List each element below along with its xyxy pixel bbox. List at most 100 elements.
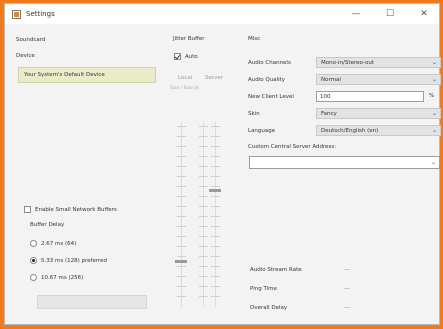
jitter-local-label: Local <box>178 75 193 81</box>
slider-tick <box>177 256 186 257</box>
local-jitter-thumb[interactable] <box>175 260 187 263</box>
server-jitter-thumb[interactable] <box>209 189 221 192</box>
device-selected-item[interactable]: Your System's Default Device <box>24 72 105 78</box>
slider-tick <box>177 186 186 187</box>
device-label: Device <box>16 53 35 59</box>
slider-tick <box>177 126 186 127</box>
audio-quality-value: Normal <box>321 77 341 83</box>
slider-tick <box>199 156 208 157</box>
device-list[interactable]: Your System's Default Device <box>18 67 156 83</box>
slider-tick <box>177 146 186 147</box>
buffer-option-radio-2[interactable] <box>30 274 37 281</box>
slider-tick <box>211 286 220 287</box>
custom-central-label: Custom Central Server Address: <box>248 144 337 150</box>
stat-label-2: Overall Delay <box>250 305 288 311</box>
misc-heading: Misc <box>248 36 261 42</box>
audio-quality-label: Audio Quality <box>248 77 286 83</box>
auto-label: Auto <box>185 54 198 60</box>
slider-tick <box>211 246 220 247</box>
minimize-button[interactable]: — <box>339 6 373 22</box>
slider-tick <box>211 166 220 167</box>
language-label: Language <box>248 128 276 134</box>
slider-tick <box>199 286 208 287</box>
slider-tick <box>211 256 220 257</box>
slider-tick <box>211 176 220 177</box>
maximize-button[interactable]: ☐ <box>373 6 407 22</box>
new-client-level-input[interactable]: 100 <box>316 91 424 102</box>
slider-tick <box>211 136 220 137</box>
slider-tick <box>177 136 186 137</box>
slider-tick <box>199 186 208 187</box>
chevron-down-icon: ⌄ <box>431 59 437 66</box>
slider-tick <box>211 276 220 277</box>
slider-tick <box>177 156 186 157</box>
slider-tick <box>199 256 208 257</box>
skin-value: Fancy <box>321 111 337 117</box>
new-client-level-value: 100 <box>320 94 331 100</box>
slider-tick <box>199 276 208 277</box>
slider-tick <box>177 216 186 217</box>
chevron-down-icon: ⌄ <box>431 127 437 134</box>
slider-tick <box>177 176 186 177</box>
slider-tick <box>199 206 208 207</box>
stat-value-2: --- <box>344 305 350 311</box>
buffer-option-label-2: 10.67 ms (256) <box>41 275 84 281</box>
jitter-server-label: Server <box>205 75 224 81</box>
slider-tick <box>211 196 220 197</box>
stat-label-1: Ping Time <box>250 286 277 292</box>
slider-tick <box>199 136 208 137</box>
audio-channels-select[interactable]: Mono-in/Stereo-out ⌄ <box>316 57 441 68</box>
server-level-track <box>215 122 216 307</box>
slider-tick <box>199 176 208 177</box>
slider-tick <box>177 226 186 227</box>
slider-tick <box>199 196 208 197</box>
skin-select[interactable]: Fancy ⌄ <box>316 108 441 119</box>
slider-tick <box>211 156 220 157</box>
slider-tick <box>211 186 220 187</box>
slider-tick <box>199 216 208 217</box>
slider-tick <box>177 196 186 197</box>
slider-tick <box>211 296 220 297</box>
slider-tick <box>211 146 220 147</box>
slider-tick <box>177 246 186 247</box>
stat-value-1: --- <box>344 286 350 292</box>
custom-central-combobox[interactable]: ⌄ <box>249 156 440 169</box>
stat-label-0: Audio Stream Rate <box>250 267 302 273</box>
new-client-level-unit: % <box>429 93 435 99</box>
slider-tick <box>211 216 220 217</box>
app-icon <box>12 10 21 19</box>
audio-quality-select[interactable]: Normal ⌄ <box>316 74 441 85</box>
language-value: Deutsch/English (en) <box>321 128 379 134</box>
slider-tick <box>199 296 208 297</box>
stat-value-0: --- <box>344 267 350 273</box>
slider-tick <box>177 206 186 207</box>
slider-tick <box>199 266 208 267</box>
new-client-level-label: New Client Level <box>248 94 294 100</box>
window-title: Settings <box>26 10 55 18</box>
settings-window: Settings — ☐ ✕ Soundcard Device Your Sys… <box>4 3 441 325</box>
title-bar: Settings — ☐ ✕ <box>5 4 439 24</box>
slider-tick <box>177 236 186 237</box>
auto-checkbox[interactable] <box>174 53 181 60</box>
disabled-setup-button <box>37 295 147 309</box>
chevron-down-icon: ⌄ <box>431 110 437 117</box>
chevron-down-icon[interactable]: ⌄ <box>431 159 436 166</box>
slider-tick <box>211 126 220 127</box>
buffer-delay-heading: Buffer Delay <box>30 222 65 228</box>
slider-tick <box>211 226 220 227</box>
audio-channels-value: Mono-in/Stereo-out <box>321 60 375 66</box>
jitter-sublabel: Size / Size Jit <box>170 86 199 91</box>
slider-tick <box>211 236 220 237</box>
buffer-option-radio-0[interactable] <box>30 240 37 247</box>
buffer-option-label-1: 5.33 ms (128) preferred <box>41 258 108 264</box>
buffer-option-radio-1[interactable] <box>30 257 37 264</box>
slider-tick <box>177 286 186 287</box>
server-jitter-slider-track[interactable] <box>203 122 204 307</box>
local-jitter-slider-track[interactable] <box>181 122 182 307</box>
slider-tick <box>177 276 186 277</box>
chevron-down-icon: ⌄ <box>431 76 437 83</box>
language-select[interactable]: Deutsch/English (en) ⌄ <box>316 125 441 136</box>
small-buffers-checkbox[interactable] <box>24 206 31 213</box>
close-button[interactable]: ✕ <box>407 6 441 22</box>
slider-tick <box>199 146 208 147</box>
